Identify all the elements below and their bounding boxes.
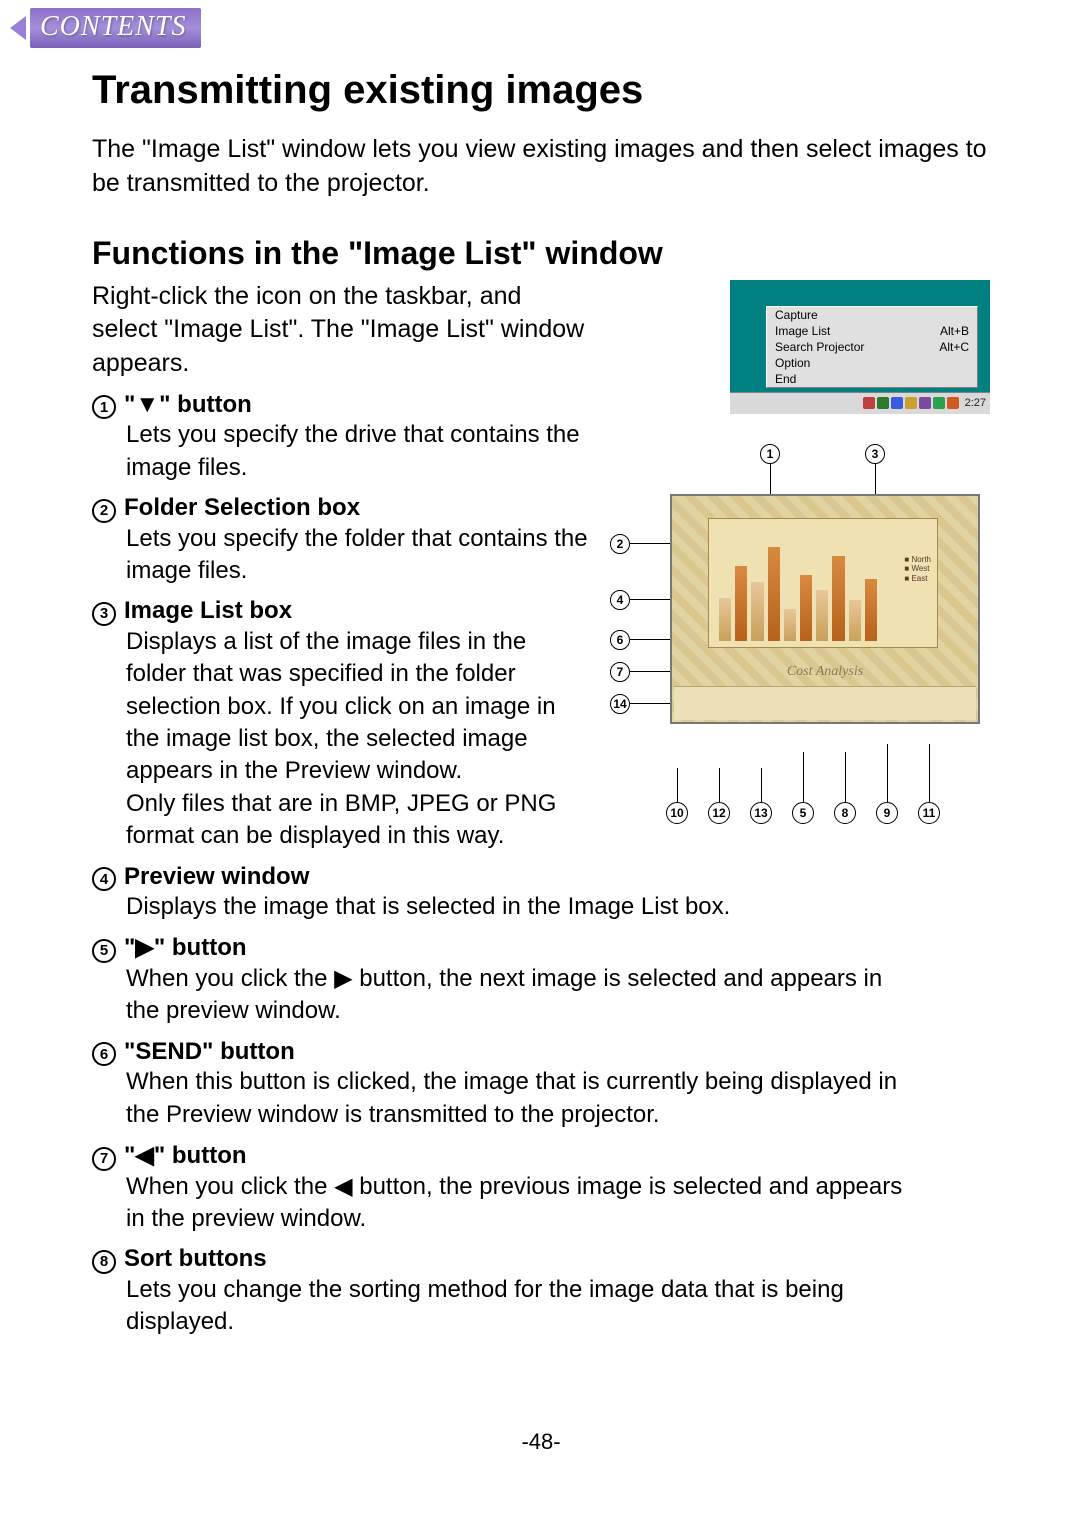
list-item: 8 Sort buttonsLets you change the sorting… [92,1245,990,1338]
item-title: "◀" button [124,1141,247,1170]
callout-num: 6 [610,630,630,650]
list-item: 5 "▶" buttonWhen you click the ▶ button, … [92,933,990,1027]
callout-num: 11 [918,802,940,824]
item-number-icon: 4 [92,867,116,891]
item-body: When you click the ▶ button, the next im… [126,963,906,1028]
contents-button[interactable]: CONTENTS [10,8,201,48]
callout-num: 2 [610,534,630,554]
list-item: 7 "◀" buttonWhen you click the ◀ button, … [92,1141,990,1235]
section-heading: Functions in the "Image List" window [92,235,990,272]
tray-icon [877,397,889,409]
item-body: Lets you change the sorting method for t… [126,1274,906,1339]
callout-num: 5 [792,802,814,824]
intro-text: The "Image List" window lets you view ex… [92,133,990,201]
list-item: 2 Folder Selection boxLets you specify th… [92,494,592,587]
callout-num: 10 [666,802,688,824]
item-body: When this button is clicked, the image t… [126,1066,906,1131]
tray-icon [919,397,931,409]
item-number-icon: 1 [92,395,116,419]
tray-clock: 2:27 [965,397,986,409]
page-title: Transmitting existing images [92,68,990,113]
tray-icon [947,397,959,409]
legend-entry: East [904,574,931,584]
tray-icon [863,397,875,409]
figure-context-menu: CaptureImage ListAlt+BSearch ProjectorAl… [730,280,990,414]
item-number-icon: 8 [92,1250,116,1274]
context-menu-item: End [767,371,977,387]
tray-icon [891,397,903,409]
preview-caption: Cost Analysis [672,664,978,680]
callout-num: 9 [876,802,898,824]
taskbar-tray: 2:27 [730,392,990,414]
callout-num: 14 [610,694,630,714]
item-title: Preview window [124,863,309,891]
context-menu-item: Capture [767,307,977,323]
list-item: 3 Image List boxDisplays a list of the im… [92,597,592,852]
tray-icon [905,397,917,409]
section-intro: Right-click the icon on the taskbar, and… [92,280,592,381]
page-number: -48- [92,1429,990,1455]
item-number-icon: 6 [92,1042,116,1066]
legend-entry: North [904,555,931,565]
context-menu-item: Image ListAlt+B [767,323,977,339]
item-title: Image List box [124,597,292,625]
legend-entry: West [904,564,931,574]
callout-num: 7 [610,662,630,682]
callout-num: 1 [760,444,780,464]
item-number-icon: 3 [92,602,116,626]
item-body: Lets you specify the drive that contains… [126,419,592,484]
item-body: Displays a list of the image files in th… [126,626,592,853]
figure-image-list-annotated: 1 3 2 4 6 7 14 NorthWestEast Cost Analys… [610,444,990,784]
item-body: Lets you specify the folder that contain… [126,523,592,588]
context-menu-item: Search ProjectorAlt+C [767,339,977,355]
item-title: "▼" button [124,391,252,419]
tray-icon [933,397,945,409]
callout-num: 13 [750,802,772,824]
contents-label: CONTENTS [30,8,201,48]
list-item: 6 "SEND" buttonWhen this button is clicke… [92,1038,990,1131]
item-title: "SEND" button [124,1038,295,1066]
callout-num: 3 [865,444,885,464]
item-title: Folder Selection box [124,494,360,522]
back-arrow-icon [10,16,26,40]
item-title: Sort buttons [124,1245,267,1273]
item-number-icon: 5 [92,939,116,963]
item-number-icon: 7 [92,1147,116,1171]
list-item: 4 Preview windowDisplays the image that i… [92,863,990,924]
item-body: When you click the ◀ button, the previou… [126,1171,906,1236]
image-list-preview-thumbnail: NorthWestEast Cost Analysis [670,494,980,724]
callout-num: 12 [708,802,730,824]
item-title: "▶" button [124,933,247,962]
context-menu-item: Option [767,355,977,371]
callout-num: 8 [834,802,856,824]
callout-num: 4 [610,590,630,610]
item-number-icon: 2 [92,499,116,523]
item-body: Displays the image that is selected in t… [126,891,906,923]
list-item: 1 "▼" buttonLets you specify the drive th… [92,391,592,484]
